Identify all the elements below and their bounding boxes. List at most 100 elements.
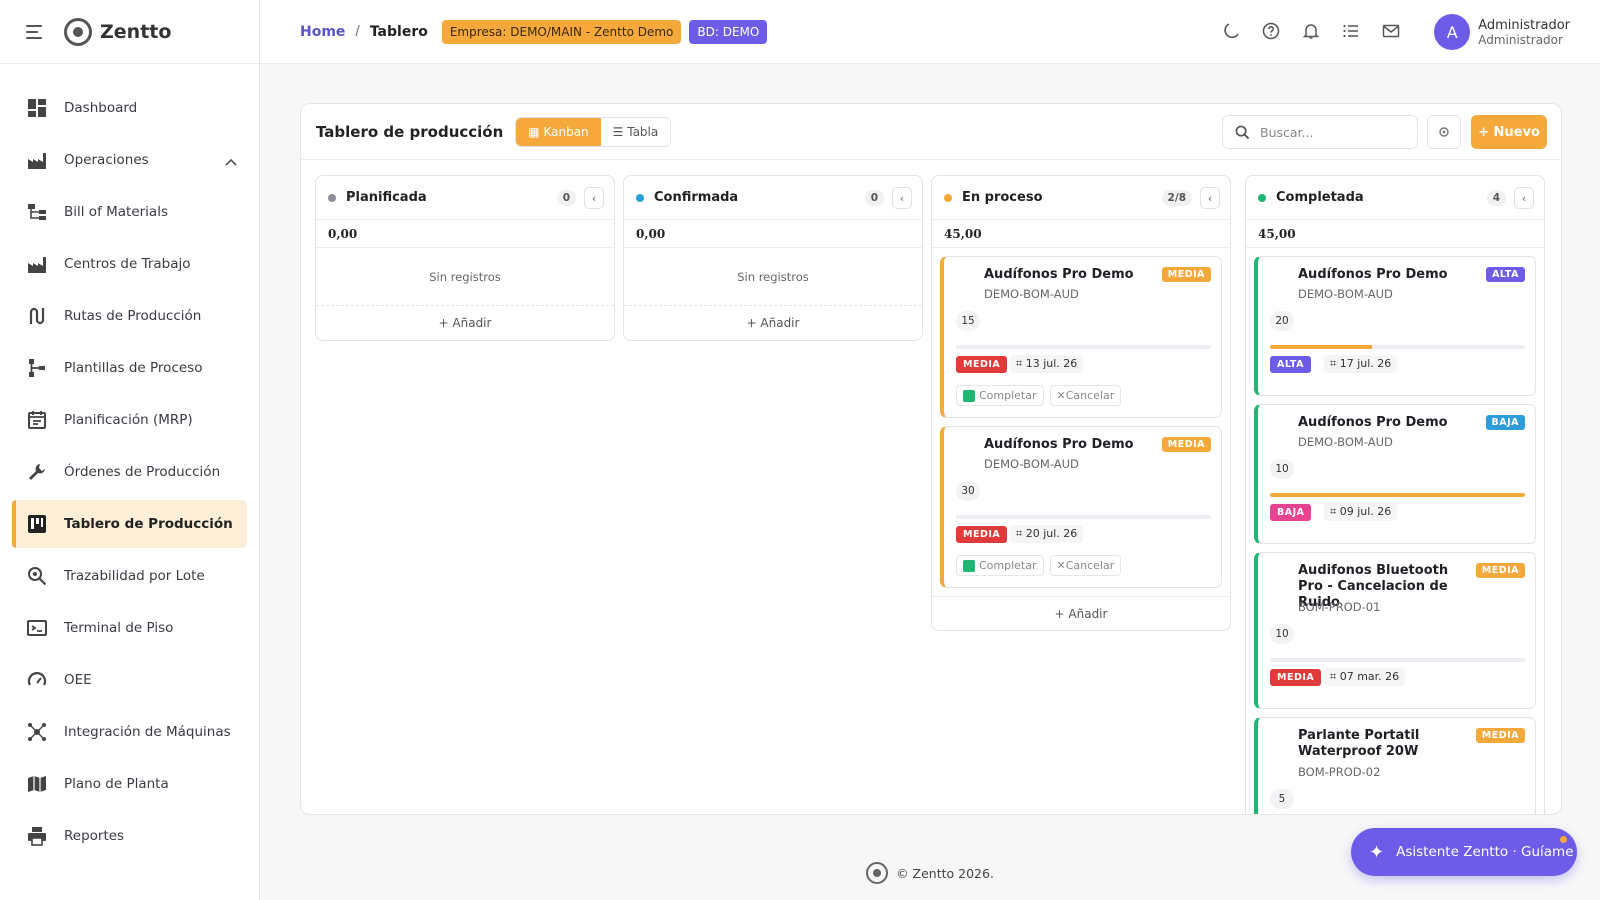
view-table-button[interactable]: ☰ Tabla — [601, 118, 671, 146]
sidebar-item-ordenes-de-produccion[interactable]: Órdenes de Producción — [12, 448, 247, 496]
list-icon[interactable] — [1342, 22, 1360, 44]
sidebar-item-centros-de-trabajo[interactable]: Centros de Trabajo — [12, 240, 247, 288]
column-header: Completada 4 ‹ — [1246, 176, 1544, 220]
due-date: ⌗ 20 jul. 26 — [1010, 525, 1084, 543]
search-input[interactable]: Buscar... — [1222, 115, 1418, 149]
user-menu[interactable]: A Administrador Administrador — [1434, 14, 1570, 50]
empresa-chip[interactable]: Empresa: DEMO/MAIN - Zentto Demo — [441, 19, 682, 44]
order-card[interactable]: Parlante Portatil Waterproof 20W BOM-PRO… — [1254, 717, 1536, 814]
check-icon — [963, 389, 975, 402]
due-date-text: 07 mar. 26 — [1339, 670, 1400, 683]
collapse-column-button[interactable]: ‹ — [1514, 187, 1534, 209]
card-code: BOM-PROD-01 — [1298, 600, 1381, 614]
factory-icon — [26, 253, 48, 275]
avatar[interactable]: A — [1434, 14, 1471, 50]
assistant-button[interactable]: ✦ Asistente Zentto · Guíame — [1351, 828, 1577, 876]
order-card[interactable]: Audífonos Pro Demo DEMO-BOM-AUD BAJA 10 … — [1254, 404, 1536, 544]
order-card[interactable]: Audífonos Pro Demo DEMO-BOM-AUD MEDIA 15… — [940, 256, 1222, 418]
sidebar-item-rutas-de-produccion[interactable]: Rutas de Producción — [12, 292, 247, 340]
calendar-icon: ⌗ — [1330, 357, 1340, 370]
sidebar-item-bill-of-materials[interactable]: Bill of Materials — [12, 188, 247, 236]
sidebar-item-label: Rutas de Producción — [64, 308, 202, 324]
factory-icon — [26, 149, 48, 171]
sidebar-item-integracion-de-maquinas[interactable]: Integración de Máquinas — [12, 708, 247, 756]
card-title: Audífonos Pro Demo — [984, 437, 1134, 452]
due-date: ⌗ 07 mar. 26 — [1324, 668, 1406, 686]
sidebar-item-planificacion-mrp[interactable]: Planificación (MRP) — [12, 396, 247, 444]
sidebar-item-label: Integración de Máquinas — [64, 724, 231, 740]
calendar-icon: ⌗ — [1330, 505, 1340, 518]
kanban-icon — [26, 513, 48, 535]
top-header: Home / Tablero Empresa: DEMO/MAIN - Zent… — [260, 0, 1600, 64]
sidebar-item-plantillas-de-proceso[interactable]: Plantillas de Proceso — [12, 344, 247, 392]
sidebar-item-label: Terminal de Piso — [64, 620, 174, 636]
help-icon[interactable] — [1262, 22, 1280, 44]
status-dot — [636, 193, 644, 202]
order-card[interactable]: Audífonos Pro Demo DEMO-BOM-AUD MEDIA 30… — [940, 426, 1222, 588]
settings-button[interactable] — [1427, 115, 1461, 149]
add-card-button[interactable]: + Añadir — [316, 306, 614, 340]
sidebar-item-terminal-de-piso[interactable]: Terminal de Piso — [12, 604, 247, 652]
empty-state: Sin registros — [624, 248, 922, 306]
table-view-icon: ☰ — [612, 124, 628, 139]
collapse-column-button[interactable]: ‹ — [892, 187, 912, 209]
chevron-up-icon[interactable] — [225, 154, 237, 170]
notification-dot — [1560, 836, 1567, 843]
complete-button[interactable]: Completar — [956, 555, 1044, 576]
board-toolbar: Tablero de producción ▦ Kanban ☰ Tabla B… — [301, 104, 1561, 160]
sidebar-item-dashboard[interactable]: Dashboard — [12, 84, 247, 132]
mail-icon[interactable] — [1382, 22, 1400, 44]
status-dot — [1258, 193, 1266, 202]
map-icon — [26, 773, 48, 795]
priority-badge: MEDIA — [1161, 437, 1211, 452]
quantity-badge: 30 — [956, 481, 980, 501]
database-chip[interactable]: BD: DEMO — [689, 19, 768, 44]
column-completada: Completada 4 ‹ 45,00 Audífonos Pro Demo … — [1245, 175, 1545, 814]
progress-fill — [1270, 345, 1372, 349]
terminal-icon — [26, 617, 48, 639]
close-icon: ✕ — [1056, 559, 1066, 572]
production-board-panel: Tablero de producción ▦ Kanban ☰ Tabla B… — [300, 103, 1562, 815]
network-icon — [26, 721, 48, 743]
sidebar-item-trazabilidad-por-lote[interactable]: Trazabilidad por Lote — [12, 552, 247, 600]
view-kanban-button[interactable]: ▦ Kanban — [516, 117, 601, 146]
cancel-label: Cancelar — [1065, 559, 1115, 572]
add-card-button[interactable]: + Añadir — [624, 306, 922, 340]
brand-name: Zentto — [100, 20, 172, 43]
sidebar-item-label: Tablero de Producción — [64, 516, 233, 532]
quantity-badge: 15 — [956, 311, 980, 331]
sidebar-item-tablero-de-produccion[interactable]: Tablero de Producción — [12, 500, 247, 548]
priority-tag: MEDIA — [956, 356, 1008, 373]
sidebar-item-operaciones[interactable]: Operaciones — [12, 136, 247, 184]
card-code: DEMO-BOM-AUD — [984, 287, 1079, 301]
sidebar: Zentto Dashboard Operaciones Bill of Mat… — [0, 0, 260, 900]
order-card[interactable]: Audifonos Bluetooth Pro - Cancelacion de… — [1254, 552, 1536, 709]
breadcrumb-home[interactable]: Home — [300, 24, 345, 40]
card-title: Audífonos Pro Demo — [1298, 267, 1448, 282]
notifications-icon[interactable] — [1302, 22, 1320, 44]
complete-button[interactable]: Completar — [956, 385, 1044, 406]
sidebar-item-label: Plantillas de Proceso — [64, 360, 203, 376]
cancel-button[interactable]: ✕ Cancelar — [1049, 385, 1122, 406]
breadcrumb-separator: / — [355, 24, 360, 39]
collapse-column-button[interactable]: ‹ — [1200, 187, 1220, 209]
hierarchy-icon — [26, 201, 48, 223]
sidebar-item-reportes[interactable]: Reportes — [12, 812, 247, 860]
priority-tag: MEDIA — [956, 526, 1008, 543]
sidebar-item-oee[interactable]: OEE — [12, 656, 247, 704]
collapse-column-button[interactable]: ‹ — [584, 187, 604, 209]
new-order-button[interactable]: + Nuevo — [1471, 115, 1547, 149]
sidebar-item-plano-de-planta[interactable]: Plano de Planta — [12, 760, 247, 808]
priority-tag: MEDIA — [1270, 669, 1322, 686]
due-date-text: 13 jul. 26 — [1025, 357, 1078, 370]
sparkle-icon: ✦ — [1369, 841, 1385, 863]
zentto-logo-icon — [64, 17, 92, 46]
menu-collapse-icon[interactable] — [26, 24, 44, 39]
calendar-icon: ⌗ — [1016, 527, 1026, 540]
cancel-button[interactable]: ✕ Cancelar — [1049, 555, 1122, 576]
zentto-logo-icon — [866, 862, 889, 884]
card-code: DEMO-BOM-AUD — [1298, 287, 1393, 301]
add-card-button[interactable]: + Añadir — [932, 596, 1230, 630]
dark-mode-icon[interactable] — [1222, 22, 1240, 44]
order-card[interactable]: Audífonos Pro Demo DEMO-BOM-AUD ALTA 20 … — [1254, 256, 1536, 396]
